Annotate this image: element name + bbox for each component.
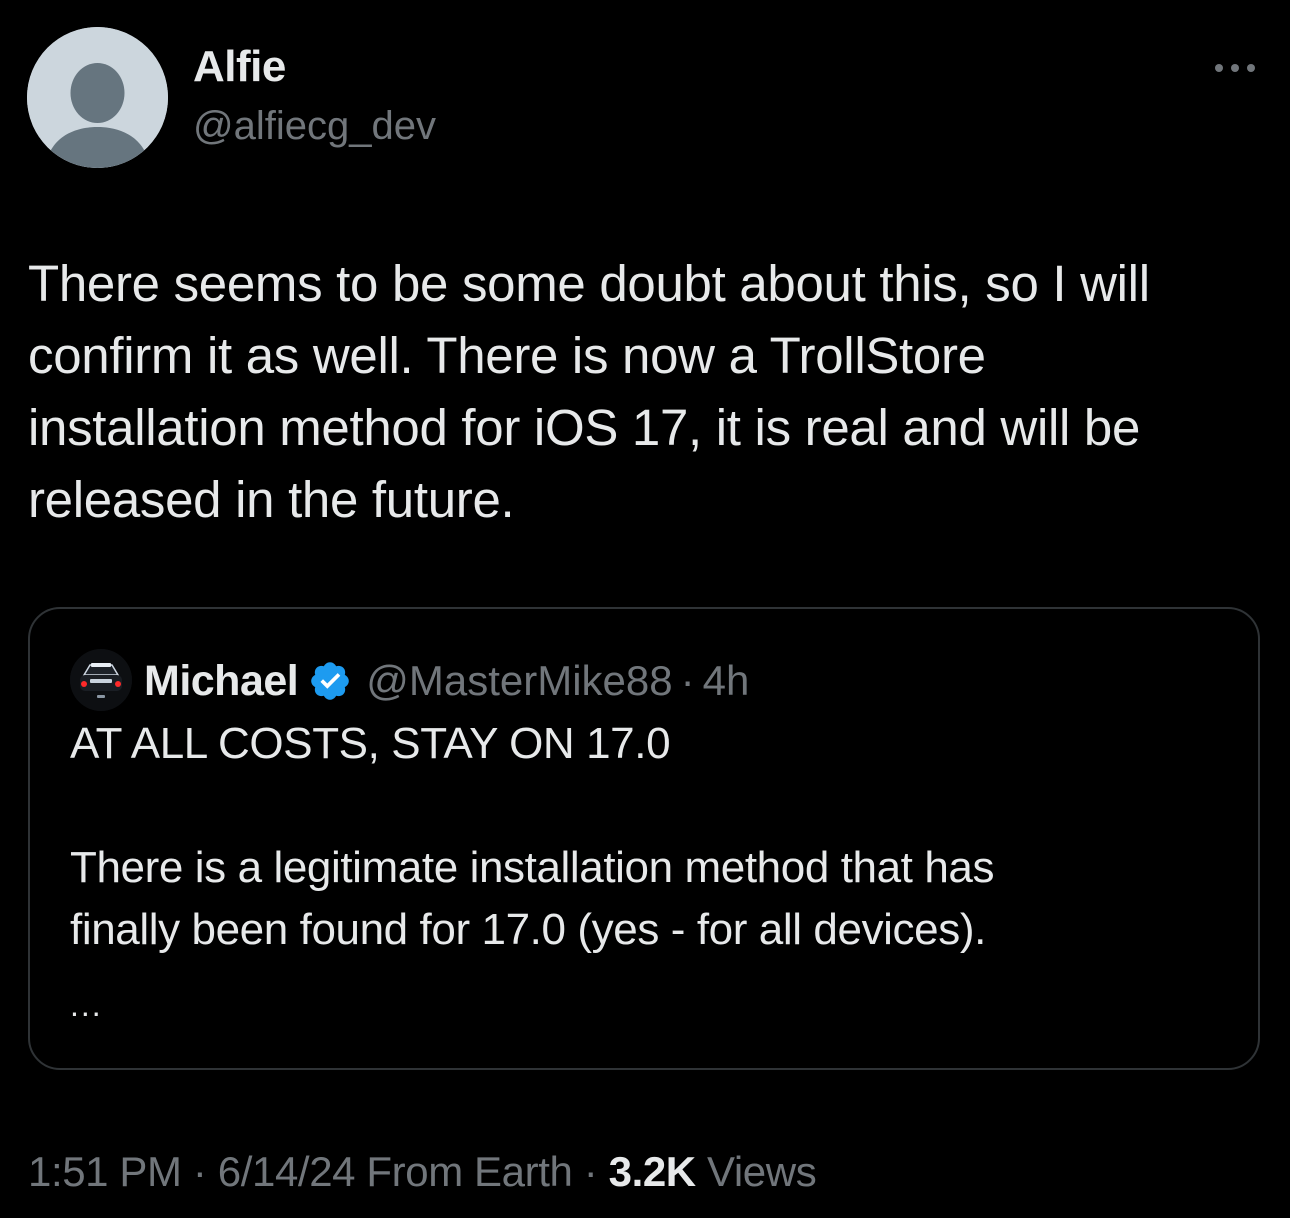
tweet-meta: 1:51 PM · 6/14/24 From Earth · 3.2K View… [28,1148,817,1196]
quoted-author-handle[interactable]: @MasterMike88 [366,657,672,705]
separator-dot: · [192,1148,207,1195]
tweet-text-line: released in the future. [28,471,515,528]
quoted-text-line [70,775,1230,837]
author-avatar[interactable] [27,27,168,168]
quoted-text-line: AT ALL COSTS, STAY ON 17.0 [70,719,671,768]
quoted-text-line: There is a legitimate installation metho… [70,843,995,892]
quoted-tweet-text: AT ALL COSTS, STAY ON 17.0 There is a le… [70,713,1230,961]
views-count[interactable]: 3.2K [609,1148,697,1195]
separator-dot: · [680,657,695,704]
police-car-avatar-icon [70,649,132,711]
quoted-text-line: finally been found for 17.0 (yes - for a… [70,905,986,954]
more-options-button[interactable] [1207,48,1263,88]
more-horizontal-icon [1215,64,1223,72]
views-label[interactable]: Views [707,1148,817,1195]
quoted-tweet-time[interactable]: 4h [703,657,750,705]
quoted-tweet-header: Michael @MasterMike88 · 4h [144,655,749,707]
tweet-source: From Earth [366,1148,573,1195]
tweet-text-line: There seems to be some doubt about this,… [28,255,1150,312]
author-name[interactable]: Alfie [193,42,286,92]
more-horizontal-icon-dot [1247,64,1255,72]
tweet-text-line: installation method for iOS 17, it is re… [28,399,1141,456]
tweet-text-line: confirm it as well. There is now a Troll… [28,327,986,384]
verified-badge-icon [311,662,350,700]
tweet-time[interactable]: 1:51 PM [28,1148,182,1195]
separator-dot: · [583,1148,598,1195]
quoted-author-avatar[interactable] [70,649,132,711]
default-profile-silhouette-icon [27,27,168,168]
more-horizontal-icon-dot [1231,64,1239,72]
truncation-ellipsis: ... [70,987,103,1023]
quoted-author-name[interactable]: Michael [144,657,299,706]
tweet-date[interactable]: 6/14/24 [218,1148,356,1195]
author-handle[interactable]: @alfiecg_dev [193,104,436,149]
quoted-tweet-card[interactable]: Michael @MasterMike88 · 4h AT ALL COSTS,… [28,607,1260,1070]
tweet-text: There seems to be some doubt about this,… [28,248,1268,536]
